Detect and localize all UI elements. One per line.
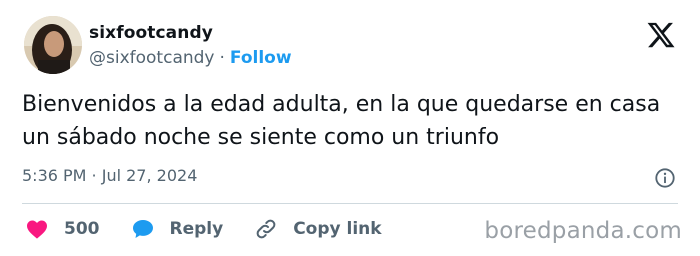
like-button[interactable]: 500 — [24, 217, 100, 241]
copy-link-label: Copy link — [293, 219, 382, 239]
avatar-photo — [24, 16, 82, 74]
link-icon — [256, 219, 276, 239]
author-display-name[interactable]: sixfootcandy — [89, 23, 213, 43]
copy-link-button[interactable]: Copy link — [253, 217, 382, 241]
heart-icon — [27, 220, 47, 239]
like-count: 500 — [64, 219, 100, 239]
reply-button[interactable]: Reply — [130, 217, 224, 241]
reply-label: Reply — [169, 219, 224, 239]
tweet-text: Bienvenidos a la edad adulta, en la que … — [22, 92, 661, 150]
info-icon[interactable] — [654, 167, 676, 189]
separator-dot: · — [219, 48, 225, 68]
tweet-timestamp[interactable]: 5:36 PM · Jul 27, 2024 — [22, 166, 197, 185]
action-bar: 500 Reply Copy link — [24, 214, 412, 244]
watermark: boredpanda.com — [484, 218, 682, 244]
divider — [22, 203, 678, 204]
author-avatar[interactable] — [24, 16, 82, 74]
speech-bubble-icon — [132, 220, 153, 238]
author-handle[interactable]: @sixfootcandy — [89, 48, 214, 68]
author-handle-row: @sixfootcandy · Follow — [89, 48, 292, 68]
follow-button[interactable]: Follow — [230, 48, 292, 68]
x-logo-icon[interactable] — [646, 20, 676, 50]
